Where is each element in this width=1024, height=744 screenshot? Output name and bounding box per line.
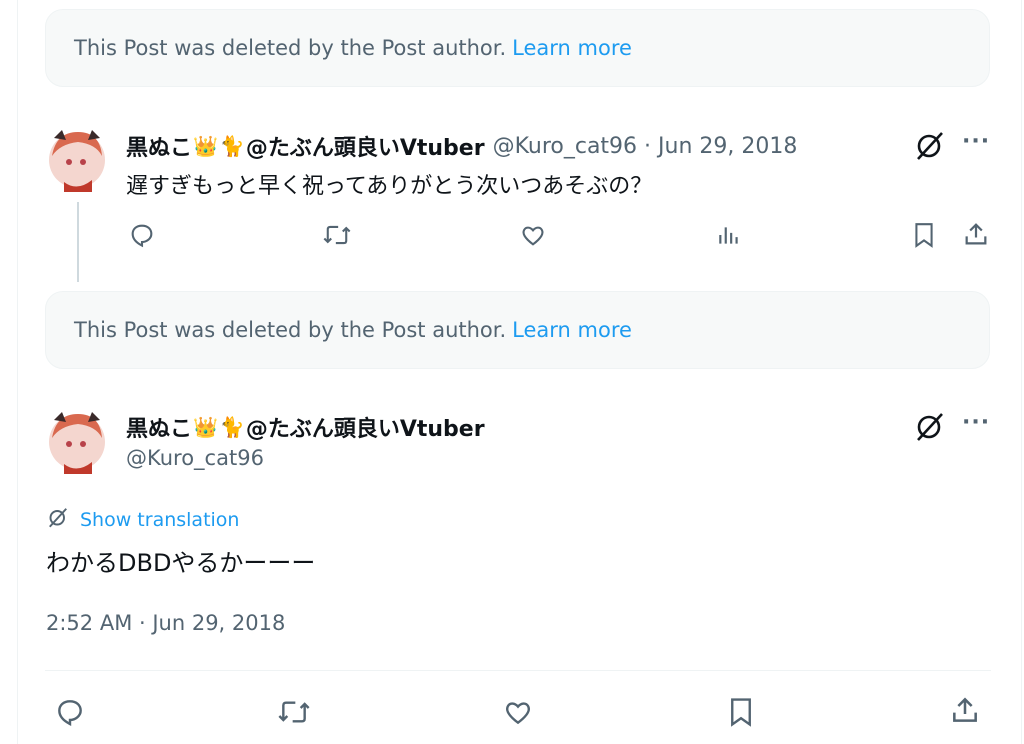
repost-icon[interactable] xyxy=(276,696,312,728)
author-handle[interactable]: @Kuro_cat96 xyxy=(126,446,264,470)
learn-more-link[interactable]: Learn more xyxy=(512,36,632,60)
author-name[interactable]: 黒ぬこ xyxy=(126,130,192,162)
like-icon[interactable] xyxy=(519,221,547,249)
crown-emoji: 👑 xyxy=(193,134,218,158)
grok-icon[interactable] xyxy=(914,129,946,161)
crown-emoji: 👑 xyxy=(193,415,218,439)
avatar[interactable] xyxy=(48,408,106,476)
divider xyxy=(45,670,991,671)
share-icon[interactable] xyxy=(962,220,990,248)
show-translation-label[interactable]: Show translation xyxy=(80,509,239,531)
avatar[interactable] xyxy=(48,126,106,194)
more-icon[interactable]: ··· xyxy=(962,129,990,154)
deleted-notice-text: This Post was deleted by the Post author… xyxy=(74,318,507,342)
views-icon[interactable] xyxy=(716,222,742,248)
learn-more-link[interactable]: Learn more xyxy=(512,318,632,342)
cat-emoji: 🐈 xyxy=(219,415,245,439)
deleted-notice-text: This Post was deleted by the Post author… xyxy=(74,36,507,60)
repost-icon[interactable] xyxy=(322,221,352,249)
show-translation-link[interactable]: Show translation xyxy=(46,505,239,534)
author-name[interactable]: 黒ぬこ xyxy=(126,411,192,443)
cat-emoji: 🐈 xyxy=(219,134,245,158)
author-name-suffix[interactable]: @たぶん頭良いVtuber xyxy=(246,130,485,162)
grok-icon[interactable] xyxy=(914,410,946,442)
reply-icon[interactable] xyxy=(54,696,86,728)
handle-and-date[interactable]: @Kuro_cat96 · Jun 29, 2018 xyxy=(493,134,798,159)
more-icon[interactable]: ··· xyxy=(962,410,990,435)
thread-line xyxy=(77,202,79,282)
post-text: わかるDBDやるかーーー xyxy=(46,549,316,577)
deleted-post-notice: This Post was deleted by the Post author… xyxy=(45,291,990,369)
reply-author-row[interactable]: 黒ぬこ 👑 🐈 @たぶん頭良いVtuber @Kuro_cat96 · Jun … xyxy=(126,130,797,162)
main-author-row[interactable]: 黒ぬこ 👑 🐈 @たぶん頭良いVtuber xyxy=(126,411,485,443)
bookmark-icon[interactable] xyxy=(726,694,756,730)
bookmark-icon[interactable] xyxy=(911,220,937,250)
reply-text: 遅すぎもっと早く祝ってありがとう次いつあそぶの？ xyxy=(126,174,653,199)
share-icon[interactable] xyxy=(949,694,981,726)
reply-icon[interactable] xyxy=(128,221,156,249)
translate-icon xyxy=(46,505,70,534)
author-name-suffix[interactable]: @たぶん頭良いVtuber xyxy=(246,411,485,443)
deleted-post-notice: This Post was deleted by the Post author… xyxy=(45,9,990,87)
post-timestamp[interactable]: 2:52 AM · Jun 29, 2018 xyxy=(46,611,285,635)
like-icon[interactable] xyxy=(502,696,534,728)
